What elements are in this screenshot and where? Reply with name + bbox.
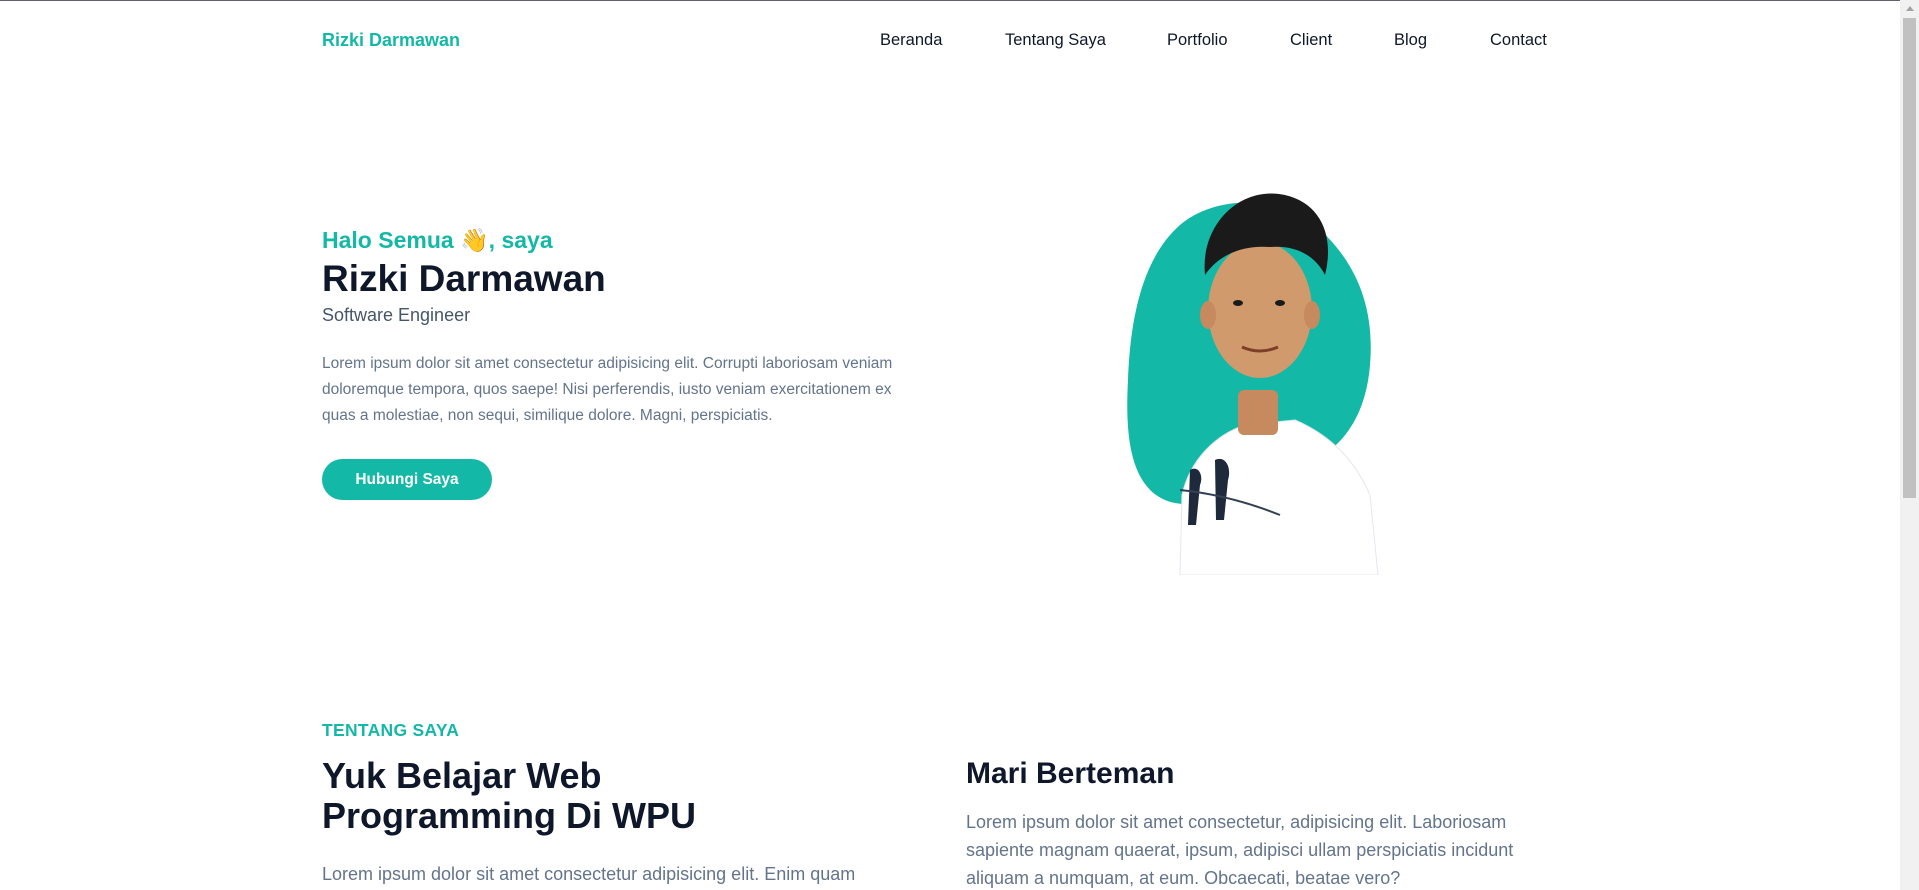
about-description: Lorem ipsum dolor sit amet consectetur a… xyxy=(322,864,856,884)
about-title: Yuk Belajar Web Programming Di WPU xyxy=(322,755,697,836)
scrollbar-thumb[interactable] xyxy=(1903,18,1916,498)
person-ear-right xyxy=(1304,301,1320,329)
person-neck xyxy=(1238,390,1278,435)
nav-link-blog[interactable]: Blog xyxy=(1394,31,1427,50)
person-ear-left xyxy=(1200,301,1216,329)
friend-description: Lorem ipsum dolor sit amet consectetur, … xyxy=(966,812,1514,888)
nav-link-tentang-saya[interactable]: Tentang Saya xyxy=(1005,31,1106,50)
hero-role: Software Engineer xyxy=(322,305,471,325)
profile-photo xyxy=(1127,193,1379,575)
nav-link-client[interactable]: Client xyxy=(1290,31,1332,50)
navbar: Rizki Darmawan Beranda Tentang Saya Port… xyxy=(0,0,1900,80)
person-eye-left xyxy=(1233,300,1243,306)
brand-logo[interactable]: Rizki Darmawan xyxy=(322,30,460,51)
chevron-up-icon[interactable] xyxy=(1900,0,1919,17)
person-face xyxy=(1208,242,1312,378)
hero-name: Rizki Darmawan xyxy=(322,258,606,299)
nav-link-contact[interactable]: Contact xyxy=(1490,31,1547,50)
person-eye-right xyxy=(1275,300,1285,306)
contact-me-button[interactable]: Hubungi Saya xyxy=(322,459,492,500)
about-label: TENTANG SAYA xyxy=(322,720,460,740)
hero-description: Lorem ipsum dolor sit amet consectetur a… xyxy=(322,355,893,424)
friend-title: Mari Berteman xyxy=(966,757,1175,790)
nav-link-beranda[interactable]: Beranda xyxy=(880,31,942,50)
nav-link-portfolio[interactable]: Portfolio xyxy=(1167,31,1228,50)
hero-greeting: Halo Semua 👋, saya xyxy=(322,227,553,253)
